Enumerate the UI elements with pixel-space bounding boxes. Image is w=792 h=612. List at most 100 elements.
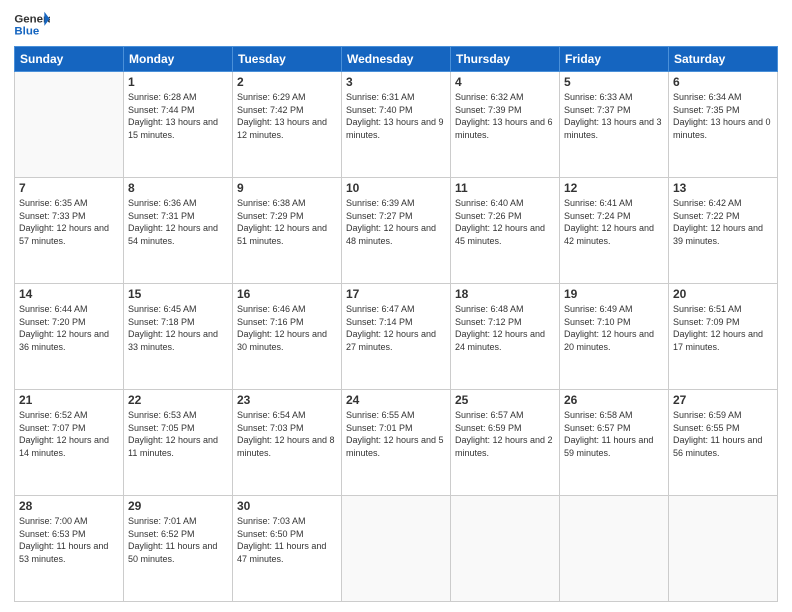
day-number: 25 [455,393,555,407]
day-number: 23 [237,393,337,407]
day-number: 19 [564,287,664,301]
day-number: 14 [19,287,119,301]
calendar-cell: 19 Sunrise: 6:49 AMSunset: 7:10 PMDayligh… [560,284,669,390]
day-info: Sunrise: 6:51 AMSunset: 7:09 PMDaylight:… [673,303,773,353]
day-number: 18 [455,287,555,301]
day-number: 22 [128,393,228,407]
calendar-table: SundayMondayTuesdayWednesdayThursdayFrid… [14,46,778,602]
calendar-cell: 7Sunrise: 6:35 AMSunset: 7:33 PMDaylight… [15,178,124,284]
calendar-cell: 4 Sunrise: 6:32 AMSunset: 7:39 PMDaylight… [451,72,560,178]
calendar-cell: 25 Sunrise: 6:57 AMSunset: 6:59 PMDayligh… [451,390,560,496]
day-info: Sunrise: 6:42 AMSunset: 7:22 PMDaylight:… [673,197,773,247]
calendar-cell: 24 Sunrise: 6:55 AMSunset: 7:01 PMDayligh… [342,390,451,496]
day-number: 29 [128,499,228,513]
day-info: Sunrise: 6:59 AMSunset: 6:55 PMDaylight:… [673,409,773,459]
calendar-cell [560,496,669,602]
day-number: 15 [128,287,228,301]
day-info: Sunrise: 6:33 AMSunset: 7:37 PMDaylight:… [564,91,664,141]
calendar-cell: 10 Sunrise: 6:39 AMSunset: 7:27 PMDayligh… [342,178,451,284]
calendar-cell: 13 Sunrise: 6:42 AMSunset: 7:22 PMDayligh… [669,178,778,284]
calendar-cell: 30 Sunrise: 7:03 AMSunset: 6:50 PMDayligh… [233,496,342,602]
calendar-cell: 2 Sunrise: 6:29 AMSunset: 7:42 PMDaylight… [233,72,342,178]
calendar-cell: 11Sunrise: 6:40 AMSunset: 7:26 PMDayligh… [451,178,560,284]
day-number: 24 [346,393,446,407]
calendar-day-header: Thursday [451,47,560,72]
calendar-cell: 26Sunrise: 6:58 AMSunset: 6:57 PMDayligh… [560,390,669,496]
day-info: Sunrise: 6:32 AMSunset: 7:39 PMDaylight:… [455,91,555,141]
day-info: Sunrise: 6:54 AMSunset: 7:03 PMDaylight:… [237,409,337,459]
calendar-cell [451,496,560,602]
day-info: Sunrise: 6:58 AMSunset: 6:57 PMDaylight:… [564,409,664,459]
calendar-cell: 21 Sunrise: 6:52 AMSunset: 7:07 PMDayligh… [15,390,124,496]
day-info: Sunrise: 6:53 AMSunset: 7:05 PMDaylight:… [128,409,228,459]
calendar-cell: 14 Sunrise: 6:44 AMSunset: 7:20 PMDayligh… [15,284,124,390]
day-number: 16 [237,287,337,301]
calendar-cell: 28 Sunrise: 7:00 AMSunset: 6:53 PMDayligh… [15,496,124,602]
calendar-week-row: 28 Sunrise: 7:00 AMSunset: 6:53 PMDayligh… [15,496,778,602]
calendar-cell [342,496,451,602]
calendar-header-row: SundayMondayTuesdayWednesdayThursdayFrid… [15,47,778,72]
calendar-day-header: Tuesday [233,47,342,72]
calendar-cell: 22 Sunrise: 6:53 AMSunset: 7:05 PMDayligh… [124,390,233,496]
day-number: 12 [564,181,664,195]
day-number: 2 [237,75,337,89]
day-info: Sunrise: 6:39 AMSunset: 7:27 PMDaylight:… [346,197,446,247]
calendar-cell: 20 Sunrise: 6:51 AMSunset: 7:09 PMDayligh… [669,284,778,390]
calendar-day-header: Friday [560,47,669,72]
header: General Blue [14,10,778,40]
day-number: 17 [346,287,446,301]
calendar-day-header: Saturday [669,47,778,72]
calendar-cell: 23 Sunrise: 6:54 AMSunset: 7:03 PMDayligh… [233,390,342,496]
day-info: Sunrise: 6:28 AMSunset: 7:44 PMDaylight:… [128,91,228,141]
calendar-cell: 6 Sunrise: 6:34 AMSunset: 7:35 PMDaylight… [669,72,778,178]
svg-text:Blue: Blue [14,26,39,38]
day-number: 13 [673,181,773,195]
day-info: Sunrise: 6:45 AMSunset: 7:18 PMDaylight:… [128,303,228,353]
calendar-day-header: Wednesday [342,47,451,72]
day-number: 8 [128,181,228,195]
calendar-cell: 8 Sunrise: 6:36 AMSunset: 7:31 PMDaylight… [124,178,233,284]
day-info: Sunrise: 6:55 AMSunset: 7:01 PMDaylight:… [346,409,446,459]
day-info: Sunrise: 6:35 AMSunset: 7:33 PMDaylight:… [19,197,119,247]
calendar-cell: 29Sunrise: 7:01 AMSunset: 6:52 PMDayligh… [124,496,233,602]
day-info: Sunrise: 7:03 AMSunset: 6:50 PMDaylight:… [237,515,337,565]
day-number: 27 [673,393,773,407]
day-info: Sunrise: 6:36 AMSunset: 7:31 PMDaylight:… [128,197,228,247]
day-info: Sunrise: 7:00 AMSunset: 6:53 PMDaylight:… [19,515,119,565]
day-info: Sunrise: 6:41 AMSunset: 7:24 PMDaylight:… [564,197,664,247]
day-number: 10 [346,181,446,195]
day-info: Sunrise: 6:44 AMSunset: 7:20 PMDaylight:… [19,303,119,353]
calendar-cell: 15 Sunrise: 6:45 AMSunset: 7:18 PMDayligh… [124,284,233,390]
calendar-week-row: 7Sunrise: 6:35 AMSunset: 7:33 PMDaylight… [15,178,778,284]
day-info: Sunrise: 6:34 AMSunset: 7:35 PMDaylight:… [673,91,773,141]
logo: General Blue [14,10,50,40]
calendar-cell: 27 Sunrise: 6:59 AMSunset: 6:55 PMDayligh… [669,390,778,496]
day-info: Sunrise: 6:46 AMSunset: 7:16 PMDaylight:… [237,303,337,353]
calendar-cell: 16 Sunrise: 6:46 AMSunset: 7:16 PMDayligh… [233,284,342,390]
day-number: 6 [673,75,773,89]
day-number: 5 [564,75,664,89]
calendar-cell [15,72,124,178]
day-info: Sunrise: 6:29 AMSunset: 7:42 PMDaylight:… [237,91,337,141]
day-number: 28 [19,499,119,513]
day-number: 21 [19,393,119,407]
calendar-cell: 9Sunrise: 6:38 AMSunset: 7:29 PMDaylight… [233,178,342,284]
day-number: 9 [237,181,337,195]
day-info: Sunrise: 6:57 AMSunset: 6:59 PMDaylight:… [455,409,555,459]
day-info: Sunrise: 6:49 AMSunset: 7:10 PMDaylight:… [564,303,664,353]
day-number: 30 [237,499,337,513]
calendar-cell: 1 Sunrise: 6:28 AMSunset: 7:44 PMDaylight… [124,72,233,178]
calendar-cell: 17Sunrise: 6:47 AMSunset: 7:14 PMDayligh… [342,284,451,390]
calendar-week-row: 21 Sunrise: 6:52 AMSunset: 7:07 PMDayligh… [15,390,778,496]
day-number: 20 [673,287,773,301]
day-number: 1 [128,75,228,89]
day-info: Sunrise: 6:40 AMSunset: 7:26 PMDaylight:… [455,197,555,247]
calendar-cell: 3Sunrise: 6:31 AMSunset: 7:40 PMDaylight… [342,72,451,178]
day-info: Sunrise: 6:48 AMSunset: 7:12 PMDaylight:… [455,303,555,353]
day-number: 4 [455,75,555,89]
day-info: Sunrise: 6:52 AMSunset: 7:07 PMDaylight:… [19,409,119,459]
calendar-cell: 12 Sunrise: 6:41 AMSunset: 7:24 PMDayligh… [560,178,669,284]
calendar-day-header: Monday [124,47,233,72]
calendar-week-row: 1 Sunrise: 6:28 AMSunset: 7:44 PMDaylight… [15,72,778,178]
calendar-day-header: Sunday [15,47,124,72]
